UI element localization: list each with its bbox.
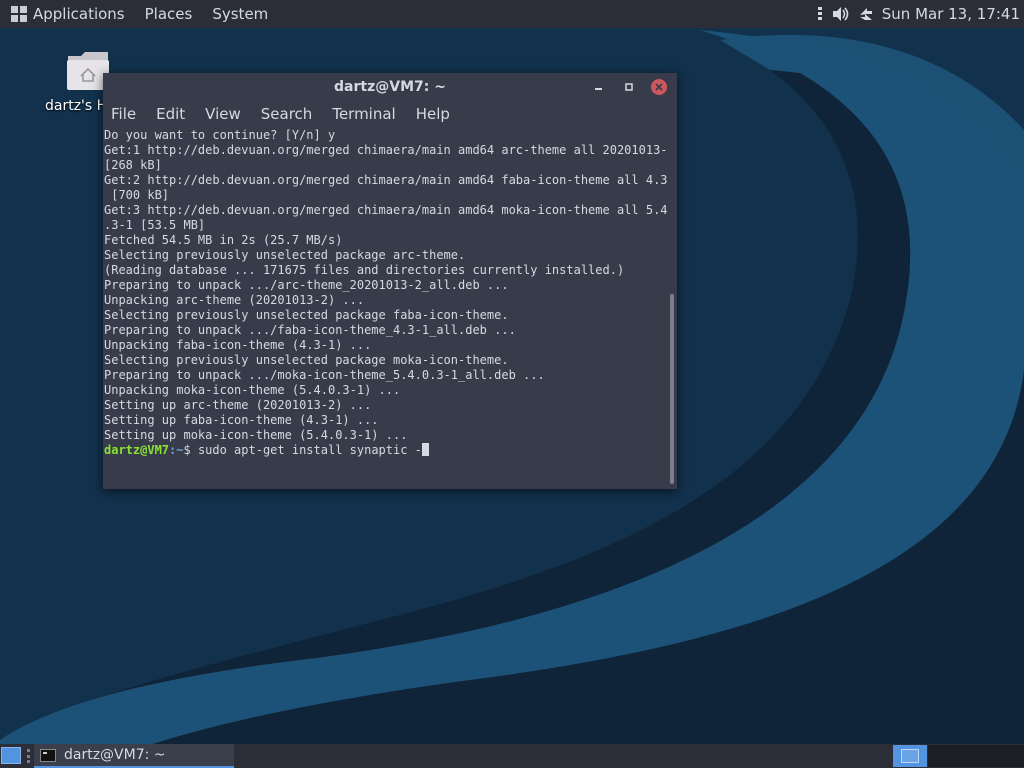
terminal-line: Unpacking moka-icon-theme (5.4.0.3-1) ..… [104,383,401,397]
terminal-line: Preparing to unpack .../arc-theme_202010… [104,278,509,292]
terminal-line: Fetched 54.5 MB in 2s (25.7 MB/s) [104,233,343,247]
terminal-line: Selecting previously unselected package … [104,353,509,367]
terminal-window[interactable]: dartz@VM7: ~ File Edit View Search Termi… [103,73,677,489]
show-desktop-button[interactable] [1,747,21,764]
minimize-icon [595,88,602,90]
prompt-path: :~ [169,443,184,457]
terminal-line: Setting up arc-theme (20201013-2) ... [104,398,372,412]
terminal-line: (Reading database ... 171675 files and d… [104,263,625,277]
scrollbar-thumb[interactable] [670,294,674,484]
terminal-line: Get:3 http://deb.devuan.org/merged chima… [104,203,667,217]
top-panel: Applications Places System Sun Mar 13, 1… [0,0,1024,28]
terminal-output[interactable]: Do you want to continue? [Y/n] y Get:1 h… [103,127,667,489]
menu-edit[interactable]: Edit [156,105,185,123]
terminal-line: Preparing to unpack .../moka-icon-theme_… [104,368,545,382]
workspace-window-icon [901,749,919,763]
workspace-1-button[interactable] [893,745,927,767]
taskbar-terminal-label: dartz@VM7: ~ [64,747,166,763]
close-button[interactable] [651,79,667,95]
terminal-line: Preparing to unpack .../faba-icon-theme_… [104,323,516,337]
terminal-line: Selecting previously unselected package … [104,308,509,322]
terminal-line: [268 kB] [104,158,162,172]
home-folder-label: dartz's H [45,98,108,114]
menu-file[interactable]: File [111,105,136,123]
terminal-line: [700 kB] [104,188,170,202]
menu-help[interactable]: Help [416,105,450,123]
close-icon [655,83,663,91]
terminal-line: Unpacking faba-icon-theme (4.3-1) ... [104,338,372,352]
maximize-button[interactable] [621,79,637,95]
prompt-user: dartz@VM7 [104,443,170,457]
text-cursor [421,443,429,456]
command-input[interactable]: sudo apt-get install synaptic - [198,443,422,457]
terminal-menubar: File Edit View Search Terminal Help [103,101,677,127]
bottom-panel: dartz@VM7: ~ [0,744,1024,768]
applications-menu[interactable]: Applications [33,5,125,23]
window-titlebar[interactable]: dartz@VM7: ~ [103,73,677,101]
minimize-button[interactable] [591,79,607,95]
menu-view[interactable]: View [205,105,241,123]
terminal-line: Selecting previously unselected package … [104,248,466,262]
maximize-icon [625,83,633,91]
panel-handle[interactable] [27,749,30,763]
volume-icon[interactable] [832,6,850,22]
system-tray: Sun Mar 13, 17:41 [816,0,1024,28]
menu-search[interactable]: Search [261,105,313,123]
system-menu[interactable]: System [212,5,268,23]
terminal-line: Setting up moka-icon-theme (5.4.0.3-1) .… [104,428,408,442]
terminal-line: Setting up faba-icon-theme (4.3-1) ... [104,413,379,427]
places-menu[interactable]: Places [145,5,193,23]
applications-grid-icon[interactable] [11,6,27,22]
prompt-symbol: $ [183,443,198,457]
network-icon[interactable] [816,6,824,22]
terminal-line: Get:1 http://deb.devuan.org/merged chima… [104,143,667,157]
terminal-line: .3-1 [53.5 MB] [104,218,206,232]
terminal-line: Get:2 http://deb.devuan.org/merged chima… [104,173,667,187]
terminal-line: Do you want to continue? [Y/n] y [104,128,336,142]
workspace-2-button[interactable] [928,745,1024,767]
taskbar-terminal-button[interactable]: dartz@VM7: ~ [34,744,234,768]
terminal-line: Unpacking arc-theme (20201013-2) ... [104,293,365,307]
menu-terminal[interactable]: Terminal [332,105,395,123]
clock[interactable]: Sun Mar 13, 17:41 [882,5,1020,23]
terminal-scrollbar[interactable] [668,127,677,489]
vpn-icon[interactable] [858,6,874,22]
terminal-icon [40,748,56,762]
